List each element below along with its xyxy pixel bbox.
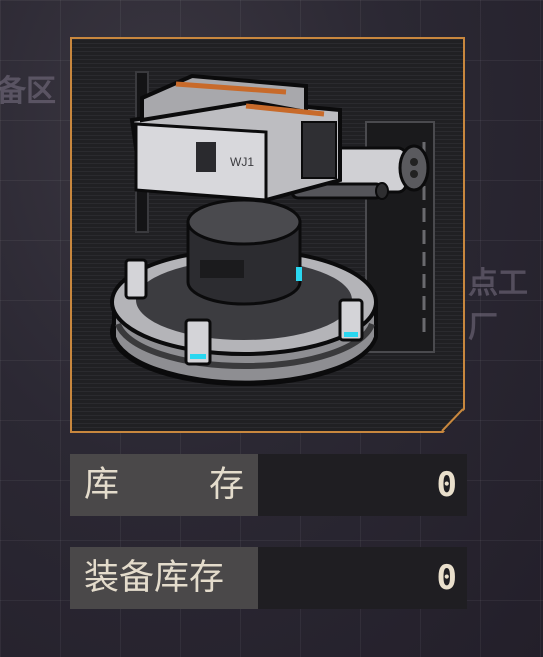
turret-marking: WJ1 bbox=[230, 155, 254, 169]
inventory-label-part-1: 库 bbox=[84, 465, 120, 505]
equipped-inventory-row: 装备库存 0 bbox=[70, 547, 467, 609]
equipped-inventory-label: 装备库存 bbox=[70, 547, 258, 609]
equipped-inventory-value: 0 bbox=[258, 547, 467, 609]
inventory-value: 0 bbox=[258, 454, 467, 516]
inventory-row: 库 存 0 bbox=[70, 454, 467, 516]
background-label-right: 点工厂 bbox=[468, 266, 528, 345]
turret-icon: WJ1 bbox=[110, 71, 435, 386]
background-label-left: 备区 bbox=[0, 74, 56, 109]
inventory-label: 库 存 bbox=[70, 454, 258, 516]
inventory-label-part-2: 存 bbox=[208, 465, 244, 505]
